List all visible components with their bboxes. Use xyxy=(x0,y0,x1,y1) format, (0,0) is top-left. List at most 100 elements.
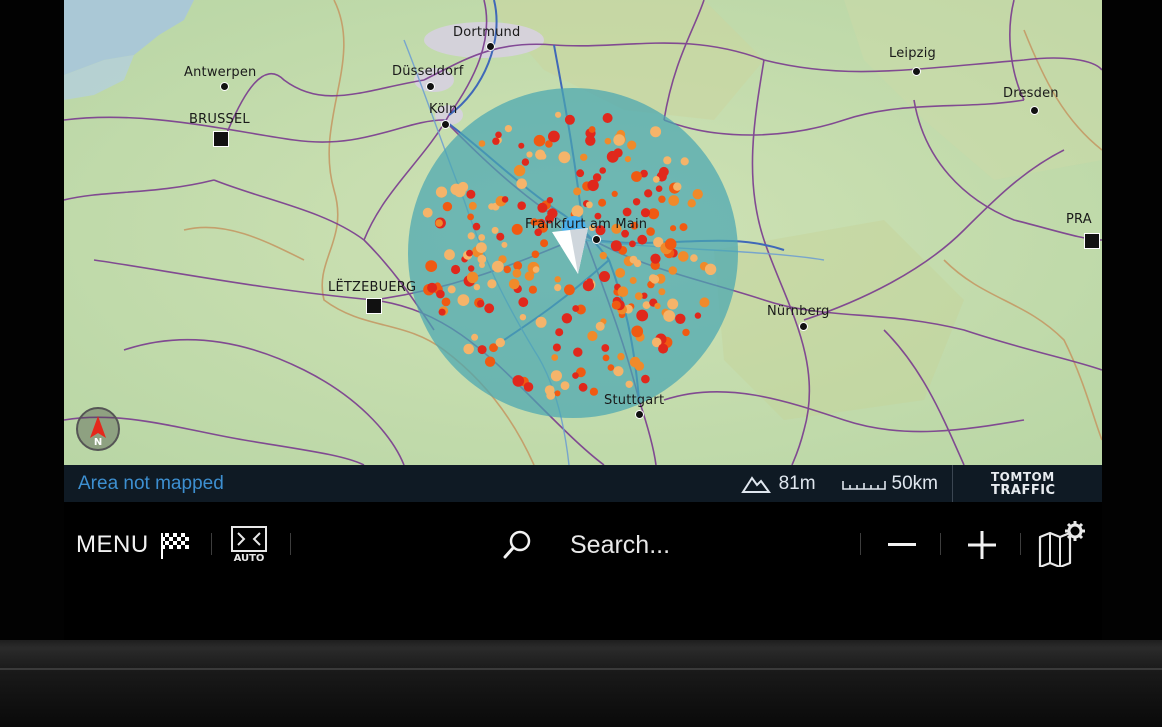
poi-marker[interactable] xyxy=(512,375,525,387)
poi-marker[interactable] xyxy=(572,372,579,379)
poi-marker[interactable] xyxy=(663,310,676,322)
poi-marker[interactable] xyxy=(457,294,470,306)
poi-marker[interactable] xyxy=(466,249,473,257)
city-label-dortmund[interactable]: Dortmund xyxy=(453,25,520,40)
poi-marker[interactable] xyxy=(578,382,588,392)
poi-marker[interactable] xyxy=(640,208,651,218)
poi-marker[interactable] xyxy=(589,387,599,396)
poi-marker[interactable] xyxy=(658,195,666,203)
map-view-mode-button[interactable]: AUTO xyxy=(230,520,268,568)
poi-marker[interactable] xyxy=(491,226,499,234)
poi-marker[interactable] xyxy=(646,227,655,236)
poi-marker[interactable] xyxy=(548,130,560,143)
poi-marker[interactable] xyxy=(587,179,599,192)
poi-marker[interactable] xyxy=(476,242,487,254)
poi-marker[interactable] xyxy=(622,207,632,217)
poi-marker[interactable] xyxy=(634,292,643,300)
poi-marker[interactable] xyxy=(680,157,689,166)
poi-marker[interactable] xyxy=(526,151,533,158)
poi-marker[interactable] xyxy=(435,219,443,227)
poi-marker[interactable] xyxy=(606,150,619,163)
poi-marker[interactable] xyxy=(611,300,621,310)
poi-marker[interactable] xyxy=(442,201,453,212)
poi-marker[interactable] xyxy=(466,271,479,284)
poi-marker[interactable] xyxy=(610,240,622,252)
poi-marker[interactable] xyxy=(650,253,661,264)
poi-marker[interactable] xyxy=(571,205,584,218)
poi-marker[interactable] xyxy=(451,264,461,275)
poi-marker[interactable] xyxy=(523,382,534,392)
poi-marker[interactable] xyxy=(517,201,526,210)
city-label-stuttgart[interactable]: Stuttgart xyxy=(604,393,664,408)
poi-marker[interactable] xyxy=(484,356,496,367)
poi-marker[interactable] xyxy=(537,202,548,213)
poi-marker[interactable] xyxy=(692,189,703,200)
poi-marker[interactable] xyxy=(488,203,495,210)
poi-marker[interactable] xyxy=(675,313,686,324)
poi-marker[interactable] xyxy=(468,265,475,272)
poi-marker[interactable] xyxy=(552,343,561,352)
poi-marker[interactable] xyxy=(554,284,562,292)
poi-marker[interactable] xyxy=(467,213,474,221)
city-label-leipzig[interactable]: Leipzig xyxy=(889,46,936,61)
poi-marker[interactable] xyxy=(512,268,522,278)
poi-marker[interactable] xyxy=(682,328,690,337)
poi-marker[interactable] xyxy=(604,137,612,145)
poi-marker[interactable] xyxy=(447,285,456,294)
poi-marker[interactable] xyxy=(613,134,625,146)
zoom-out-button[interactable]: − xyxy=(880,527,924,563)
poi-marker[interactable] xyxy=(504,125,512,133)
poi-marker[interactable] xyxy=(425,260,438,272)
poi-marker[interactable] xyxy=(444,249,455,261)
poi-marker[interactable] xyxy=(518,142,525,149)
poi-marker[interactable] xyxy=(496,232,505,241)
poi-marker[interactable] xyxy=(513,164,526,177)
poi-marker[interactable] xyxy=(561,313,573,324)
city-label-dresden[interactable]: Dresden xyxy=(1003,86,1059,101)
poi-marker[interactable] xyxy=(551,354,559,361)
poi-marker[interactable] xyxy=(617,286,629,298)
poi-marker[interactable] xyxy=(550,370,562,382)
poi-marker[interactable] xyxy=(631,171,642,182)
poi-marker[interactable] xyxy=(554,390,561,397)
poi-marker[interactable] xyxy=(511,223,523,235)
compass-button[interactable]: N xyxy=(76,407,120,451)
poi-marker[interactable] xyxy=(629,277,637,284)
poi-marker[interactable] xyxy=(582,280,595,292)
poi-marker[interactable] xyxy=(546,391,556,400)
poi-marker[interactable] xyxy=(572,305,580,312)
poi-marker[interactable] xyxy=(655,185,663,192)
poi-marker[interactable] xyxy=(466,189,476,199)
poi-marker[interactable] xyxy=(634,361,645,371)
poi-marker[interactable] xyxy=(587,330,598,342)
poi-marker[interactable] xyxy=(473,283,481,291)
poi-marker[interactable] xyxy=(477,254,487,264)
poi-marker[interactable] xyxy=(516,178,527,189)
poi-marker[interactable] xyxy=(678,251,689,262)
poi-marker[interactable] xyxy=(467,232,475,240)
poi-marker[interactable] xyxy=(599,167,606,174)
poi-marker[interactable] xyxy=(478,234,486,241)
poi-marker[interactable] xyxy=(687,199,696,208)
poi-marker[interactable] xyxy=(650,126,662,138)
poi-marker[interactable] xyxy=(508,278,520,290)
menu-button[interactable]: MENU xyxy=(76,525,191,565)
poi-marker[interactable] xyxy=(521,158,530,166)
poi-marker[interactable] xyxy=(573,347,583,357)
poi-marker[interactable] xyxy=(667,298,679,310)
poi-marker[interactable] xyxy=(602,354,610,362)
city-label-koln[interactable]: Köln xyxy=(429,102,457,117)
poi-marker[interactable] xyxy=(658,343,669,354)
poi-marker[interactable] xyxy=(617,352,625,361)
city-label-praha[interactable]: PRA xyxy=(1066,212,1092,227)
poi-marker[interactable] xyxy=(531,250,540,259)
poi-marker[interactable] xyxy=(540,239,549,248)
poi-marker[interactable] xyxy=(422,207,433,218)
poi-marker[interactable] xyxy=(690,254,698,262)
zoom-in-button[interactable]: + xyxy=(960,527,1004,563)
poi-marker[interactable] xyxy=(611,190,618,197)
poi-marker[interactable] xyxy=(699,297,710,308)
poi-marker[interactable] xyxy=(564,114,575,125)
city-label-frankfurt[interactable]: Frankfurt am Main xyxy=(525,217,647,232)
poi-marker[interactable] xyxy=(519,314,527,321)
